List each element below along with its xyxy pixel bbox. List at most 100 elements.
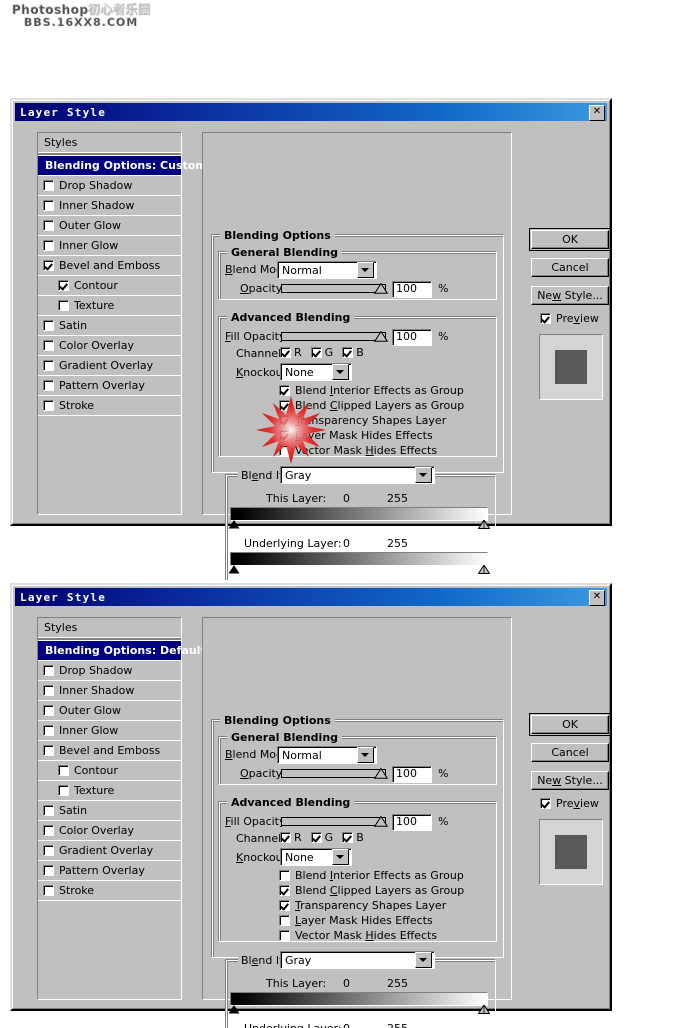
- style-item-checkbox[interactable]: [43, 180, 54, 191]
- chevron-down-icon[interactable]: [357, 747, 374, 763]
- style-list-item[interactable]: Color Overlay: [38, 821, 181, 841]
- style-list-item[interactable]: Stroke: [38, 881, 181, 901]
- this-layer-gradient-1[interactable]: [230, 507, 488, 521]
- style-list-item[interactable]: Drop Shadow: [38, 661, 181, 681]
- style-list-item[interactable]: Gradient Overlay: [38, 356, 181, 376]
- channel-g-checkbox[interactable]: [310, 832, 322, 843]
- style-item-checkbox[interactable]: [43, 745, 54, 756]
- cancel-button-2[interactable]: Cancel: [531, 743, 609, 762]
- style-item-checkbox[interactable]: [43, 360, 54, 371]
- style-list-item[interactable]: Inner Shadow: [38, 681, 181, 701]
- blend-if-select-2[interactable]: Gray: [280, 951, 435, 969]
- style-list-item[interactable]: Satin: [38, 316, 181, 336]
- style-list-item[interactable]: Outer Glow: [38, 701, 181, 721]
- style-item-checkbox[interactable]: [43, 400, 54, 411]
- advanced-blending-checkbox[interactable]: [279, 400, 290, 411]
- style-list-item[interactable]: Outer Glow: [38, 216, 181, 236]
- fill-opacity-slider-2[interactable]: [281, 817, 386, 826]
- channel-b-checkbox[interactable]: [342, 347, 354, 358]
- style-item-checkbox[interactable]: [43, 885, 54, 896]
- this-layer-white-handle-1[interactable]: [478, 520, 490, 529]
- advanced-blending-option-row[interactable]: Vector Mask Hides Effects: [279, 928, 494, 943]
- this-layer-black-handle-2[interactable]: [228, 1005, 240, 1014]
- style-list-item[interactable]: Pattern Overlay: [38, 376, 181, 396]
- blend-if-select-1[interactable]: Gray: [280, 466, 435, 484]
- advanced-blending-checkbox[interactable]: [279, 930, 290, 941]
- preview-checkbox-2[interactable]: [540, 798, 551, 809]
- advanced-blending-option-row[interactable]: Blend Interior Effects as Group: [279, 383, 494, 398]
- advanced-blending-option-row[interactable]: Blend Clipped Layers as Group: [279, 883, 494, 898]
- advanced-blending-option-row[interactable]: Layer Mask Hides Effects: [279, 913, 494, 928]
- advanced-blending-checkbox[interactable]: [279, 415, 290, 426]
- advanced-blending-option-row[interactable]: Blend Clipped Layers as Group: [279, 398, 494, 413]
- advanced-blending-checkbox[interactable]: [279, 885, 290, 896]
- style-item-checkbox[interactable]: [43, 320, 54, 331]
- channel-r-checkbox[interactable]: [280, 832, 291, 843]
- opacity-slider-1[interactable]: [281, 284, 386, 293]
- fill-opacity-input-2[interactable]: 100: [392, 814, 432, 831]
- style-list-item[interactable]: Contour: [38, 761, 181, 781]
- style-list-item[interactable]: Satin: [38, 801, 181, 821]
- style-list-item[interactable]: Bevel and Emboss: [38, 256, 181, 276]
- advanced-blending-option-row[interactable]: Transparency Shapes Layer: [279, 413, 494, 428]
- style-list-item[interactable]: Blending Options: Custom: [38, 156, 207, 176]
- knockout-select-2[interactable]: None: [280, 848, 352, 866]
- opacity-slider-2[interactable]: [281, 769, 386, 778]
- chevron-down-icon[interactable]: [357, 262, 374, 278]
- advanced-blending-option-row[interactable]: Vector Mask Hides Effects: [279, 443, 494, 458]
- style-list-item[interactable]: Stroke: [38, 396, 181, 416]
- preview-checkbox-row-2[interactable]: Preview: [540, 797, 599, 810]
- opacity-input-1[interactable]: 100: [392, 281, 432, 298]
- style-list-item[interactable]: Inner Glow: [38, 236, 181, 256]
- style-list-item[interactable]: Contour: [38, 276, 181, 296]
- style-item-checkbox[interactable]: [43, 340, 54, 351]
- style-item-checkbox[interactable]: [58, 300, 69, 311]
- style-item-checkbox[interactable]: [58, 785, 69, 796]
- style-item-checkbox[interactable]: [43, 825, 54, 836]
- channel-g-checkbox[interactable]: [310, 347, 322, 358]
- style-item-checkbox[interactable]: [43, 685, 54, 696]
- style-list-item[interactable]: Blending Options: Default: [38, 641, 206, 661]
- style-list-item[interactable]: Bevel and Emboss: [38, 741, 181, 761]
- channel-b-checkbox[interactable]: [342, 832, 354, 843]
- blend-mode-select-1[interactable]: Normal: [277, 261, 377, 279]
- advanced-blending-checkbox[interactable]: [279, 445, 290, 456]
- style-list-item[interactable]: Inner Glow: [38, 721, 181, 741]
- style-item-checkbox[interactable]: [58, 765, 69, 776]
- underlying-layer-gradient-1[interactable]: [230, 552, 488, 566]
- blend-mode-select-2[interactable]: Normal: [277, 746, 377, 764]
- style-list-item[interactable]: Texture: [38, 296, 181, 316]
- close-icon[interactable]: ✕: [589, 105, 605, 121]
- style-list-item[interactable]: Drop Shadow: [38, 176, 181, 196]
- this-layer-white-handle-2[interactable]: [478, 1005, 490, 1014]
- style-list-item[interactable]: Texture: [38, 781, 181, 801]
- style-item-checkbox[interactable]: [43, 665, 54, 676]
- advanced-blending-checkbox[interactable]: [279, 900, 290, 911]
- preview-checkbox-row-1[interactable]: Preview: [540, 312, 599, 325]
- preview-checkbox-1[interactable]: [540, 313, 551, 324]
- new-style-button-1[interactable]: New Style...: [531, 286, 609, 305]
- style-item-checkbox[interactable]: [43, 805, 54, 816]
- titlebar-1[interactable]: Layer Style ✕: [15, 103, 607, 121]
- advanced-blending-checkbox[interactable]: [279, 915, 290, 926]
- chevron-down-icon[interactable]: [332, 849, 349, 865]
- advanced-blending-checkbox[interactable]: [279, 430, 290, 441]
- advanced-blending-checkbox[interactable]: [279, 385, 290, 396]
- ok-button-1[interactable]: OK: [529, 228, 611, 251]
- advanced-blending-checkbox[interactable]: [279, 870, 290, 881]
- advanced-blending-option-row[interactable]: Transparency Shapes Layer: [279, 898, 494, 913]
- advanced-blending-option-row[interactable]: Layer Mask Hides Effects: [279, 428, 494, 443]
- ok-button-2[interactable]: OK: [529, 713, 611, 736]
- style-list-item[interactable]: Inner Shadow: [38, 196, 181, 216]
- this-layer-black-handle-1[interactable]: [228, 520, 240, 529]
- style-item-checkbox[interactable]: [43, 260, 54, 271]
- cancel-button-1[interactable]: Cancel: [531, 258, 609, 277]
- knockout-select-1[interactable]: None: [280, 363, 352, 381]
- this-layer-gradient-2[interactable]: [230, 992, 488, 1006]
- style-item-checkbox[interactable]: [43, 380, 54, 391]
- chevron-down-icon[interactable]: [415, 952, 432, 968]
- channel-r-checkbox[interactable]: [280, 347, 291, 358]
- style-item-checkbox[interactable]: [43, 220, 54, 231]
- style-item-checkbox[interactable]: [43, 240, 54, 251]
- style-item-checkbox[interactable]: [43, 725, 54, 736]
